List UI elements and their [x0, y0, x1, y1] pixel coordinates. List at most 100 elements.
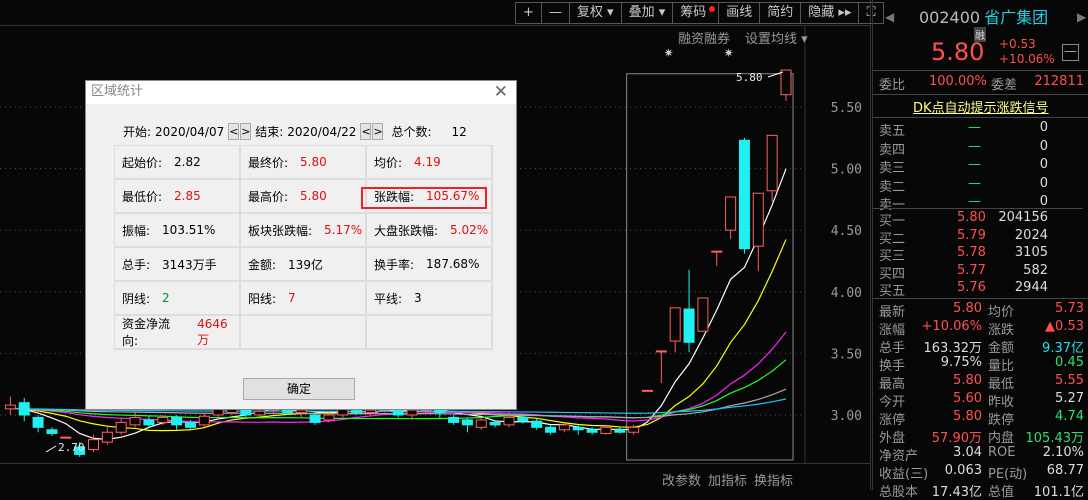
- buy-level-label: 买一: [879, 214, 906, 229]
- candle-body: [600, 426, 612, 434]
- stat-cell: 换手率: 187.68%: [367, 248, 493, 282]
- stat-value: 5.27: [1055, 391, 1084, 406]
- stat-label: 跌停: [988, 413, 1015, 428]
- notification-dot-icon: [709, 6, 716, 12]
- stat-value: 5.80: [300, 189, 327, 203]
- dialog-title-bar: 区域统计 ✕: [86, 81, 516, 104]
- indicator-divider: [0, 463, 870, 464]
- margin-trading-link[interactable]: 融资融券: [678, 28, 730, 47]
- candle-body: [614, 429, 626, 433]
- candle-body: [669, 307, 681, 342]
- candle-body: [475, 419, 487, 428]
- stat-cell: 平线: 3: [367, 282, 493, 316]
- end-label: 结束:: [255, 125, 284, 139]
- date-range-row: 开始: 2020/04/07 < > 结束: 2020/04/22 < > 总个数:…: [123, 123, 467, 140]
- hide-button[interactable]: 隐藏 ▸▸: [801, 3, 860, 23]
- candle-body: [725, 196, 737, 231]
- adjust-button[interactable]: 复权 ▾: [570, 3, 622, 23]
- last-price: 5.80: [931, 38, 985, 66]
- stat-value: 2.82: [174, 155, 201, 169]
- candle-body: [309, 414, 321, 423]
- sell-volume: 0: [1039, 157, 1048, 172]
- ma-settings-button[interactable]: 设置均线 ▾: [745, 28, 808, 47]
- stat-label: 涨跌: [988, 323, 1015, 338]
- candle-body: [4, 404, 16, 410]
- low-price-label: 2.70: [58, 441, 85, 454]
- candle-body: [323, 414, 335, 421]
- candle-body: [489, 421, 501, 426]
- selection-end-marker: ✷: [724, 46, 734, 60]
- stock-code: 002400: [919, 8, 981, 27]
- collapse-button[interactable]: —: [1062, 44, 1079, 61]
- close-icon[interactable]: ✕: [494, 81, 508, 103]
- wb-label: 委比: [879, 78, 906, 93]
- stat-value: 3143万手: [162, 257, 217, 272]
- candle-body: [60, 436, 72, 439]
- overlay-button[interactable]: 叠加 ▾: [622, 3, 674, 23]
- buy-price: 5.77: [957, 262, 986, 278]
- prev-stock-icon[interactable]: ◀: [885, 10, 894, 24]
- candle-body: [572, 426, 584, 431]
- stat-label: 金额:: [248, 257, 277, 272]
- chips-button[interactable]: 筹码: [673, 3, 720, 23]
- end-next-button[interactable]: >: [372, 123, 384, 140]
- candle-body: [545, 426, 557, 433]
- start-date: 2020/04/07: [155, 124, 225, 139]
- simple-button[interactable]: 简约: [760, 3, 802, 23]
- stat-label: 收益(三): [879, 467, 929, 482]
- stat-label: 总值: [988, 485, 1015, 500]
- start-prev-button[interactable]: <: [228, 123, 240, 140]
- zoom-in-button[interactable]: +: [516, 3, 542, 23]
- stat-value: 5.80: [953, 373, 982, 388]
- sell-volume: 0: [1039, 138, 1048, 154]
- candle-body: [642, 389, 653, 392]
- count-label: 总个数:: [391, 125, 432, 139]
- low-price-arrow: [45, 445, 57, 453]
- stat-value: 5.73: [1055, 301, 1084, 316]
- stat-value: 9.75%: [940, 355, 982, 370]
- candle-body: [752, 192, 764, 247]
- stat-label: 均价: [988, 305, 1015, 320]
- next-stock-icon[interactable]: ▶: [1077, 10, 1086, 24]
- dk-signal-link[interactable]: DK点自动提示涨跌信号: [913, 97, 1049, 116]
- candle-body: [46, 429, 58, 434]
- stat-cell: 总手: 3143万手: [115, 248, 241, 282]
- stat-label: 板块张跌幅:: [248, 223, 313, 238]
- sell-volume: 0: [1039, 120, 1048, 135]
- stat-value: 5.60: [953, 391, 982, 406]
- chart-toolbar: + — 复权 ▾ 叠加 ▾ 筹码 画线 简约 隐藏 ▸▸ ⛶: [515, 2, 884, 24]
- add-indicator-button[interactable]: 加指标: [708, 470, 747, 489]
- stat-value: 2.10%: [1042, 445, 1084, 460]
- stat-value: 2: [162, 291, 170, 305]
- panel-divider: [870, 0, 871, 490]
- stat-label: 金额: [988, 341, 1015, 356]
- stat-value: 139亿: [288, 257, 323, 272]
- draw-line-button[interactable]: 画线: [719, 3, 761, 23]
- stat-label: 最低: [988, 377, 1015, 392]
- stat-cell: 大盘张跌幅: 5.02%: [367, 214, 493, 248]
- switch-indicator-button[interactable]: 换指标: [754, 470, 793, 489]
- ok-button[interactable]: 确定: [243, 378, 355, 400]
- stat-value: 101.1亿: [1033, 485, 1084, 500]
- edit-params-button[interactable]: 改参数: [662, 470, 701, 489]
- candle-body: [586, 429, 598, 433]
- end-prev-button[interactable]: <: [360, 123, 372, 140]
- stock-title: 002400 省广集团: [919, 4, 1048, 28]
- stat-value: ▲0.53: [1045, 319, 1084, 334]
- stat-label: 均价:: [374, 155, 403, 170]
- stat-cell: 振幅: 103.51%: [115, 214, 241, 248]
- buy-volume: 2024: [1014, 227, 1048, 243]
- buy-volume: 204156: [998, 210, 1048, 225]
- candle-body: [461, 419, 473, 426]
- candle-body: [517, 416, 529, 422]
- stat-value: 7: [288, 291, 296, 305]
- change-pct: +10.06%: [999, 52, 1055, 66]
- start-next-button[interactable]: >: [240, 123, 252, 140]
- zoom-out-button[interactable]: —: [542, 3, 570, 23]
- candle-body: [738, 139, 750, 250]
- stat-label: 内盘: [988, 431, 1015, 446]
- stat-label: 最终价:: [248, 155, 289, 170]
- sell-level-label: 卖二: [879, 179, 906, 195]
- stat-cell: 最低价: 2.85: [115, 180, 241, 214]
- stat-cell: 起始价: 2.82: [115, 146, 241, 180]
